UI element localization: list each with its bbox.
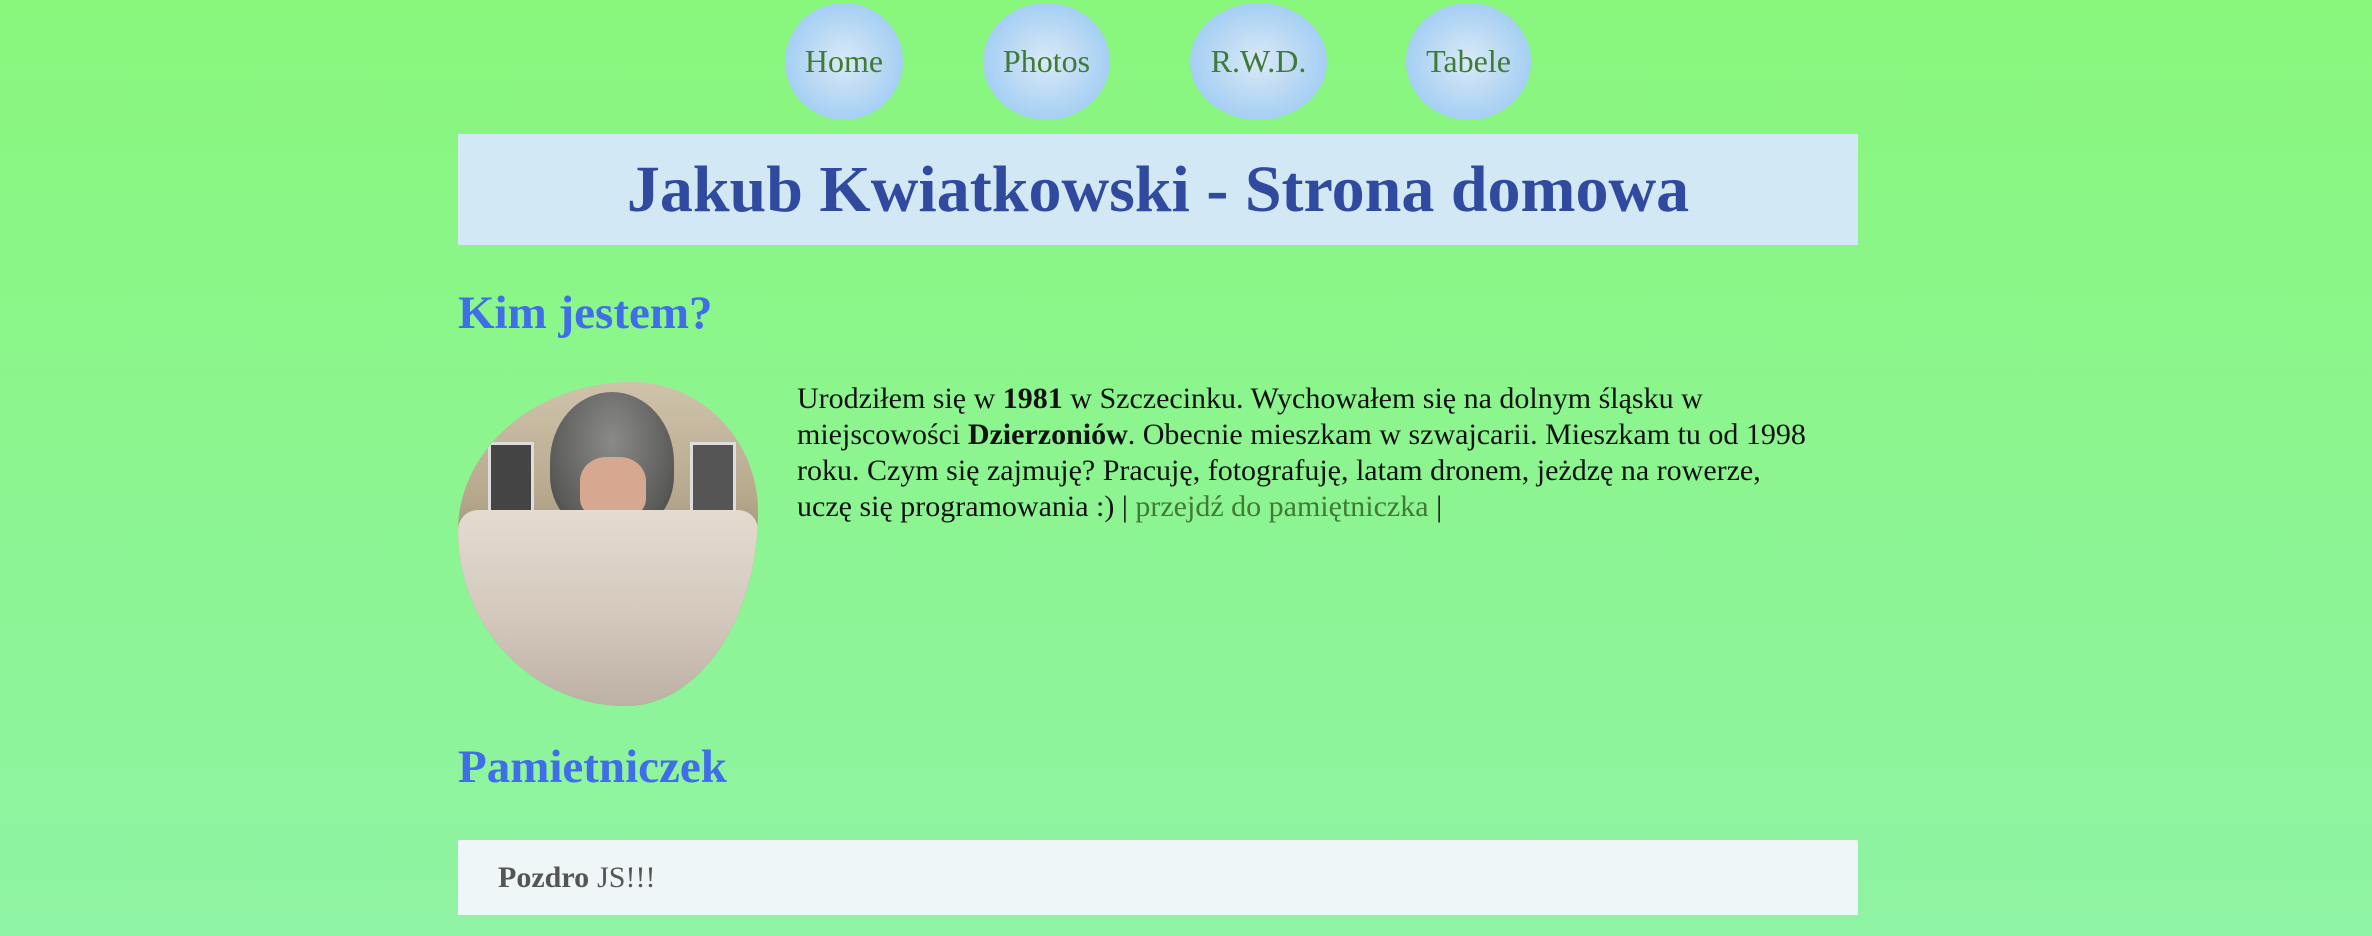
photo-window-right	[690, 442, 736, 518]
hometown: Dzierzoniów	[967, 418, 1128, 451]
diary-entry-bold: Pozdro	[498, 860, 590, 894]
diary-entry-text: JS!!!	[597, 860, 656, 894]
photo-window-left	[488, 442, 534, 518]
apple-logo-icon: 	[595, 590, 621, 620]
about-heading: Kim jestem?	[458, 287, 713, 339]
page-header: Jakub Kwiatkowski - Strona domowa	[458, 134, 1858, 245]
page-title: Jakub Kwiatkowski - Strona domowa	[626, 152, 1690, 226]
about-text: Urodziłem się w 1981 w Szczecinku. Wycho…	[797, 381, 1817, 525]
nav-photos-link[interactable]: Photos	[983, 3, 1110, 120]
photo-face	[580, 457, 646, 517]
nav-home-link[interactable]: Home	[785, 3, 903, 120]
nav-rwd-link[interactable]: R.W.D.	[1190, 3, 1327, 120]
diary-heading: Pamietniczek	[458, 741, 727, 793]
main-nav: Home Photos R.W.D. Tabele	[0, 0, 2372, 130]
about-text-part-1: Urodziłem się w	[797, 382, 1003, 415]
about-text-part-4: |	[1428, 490, 1443, 523]
nav-tabele-link[interactable]: Tabele	[1406, 3, 1531, 120]
profile-photo: 	[458, 382, 758, 706]
diary-entry: Pozdro JS!!!	[458, 840, 1858, 915]
diary-link[interactable]: przejdź do pamiętniczka	[1135, 490, 1428, 523]
birth-year: 1981	[1002, 382, 1063, 415]
